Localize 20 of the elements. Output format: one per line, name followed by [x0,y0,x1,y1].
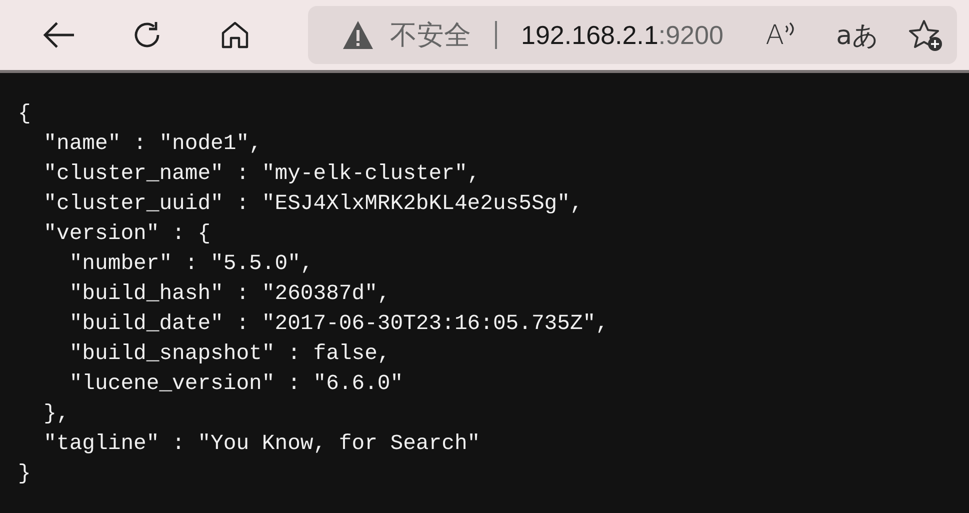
json-line: "name" : "node1", [42,132,262,156]
json-line: "build_hash" : "260387d", [68,282,390,306]
security-label[interactable]: 不安全 [390,17,471,53]
translate-button[interactable]: aあ [836,18,879,52]
json-line: "version" : { [42,222,211,246]
json-line: "cluster_uuid" : "ESJ4XlxMRK2bKL4e2us5Sg", [42,192,583,216]
json-line: { [18,102,31,126]
url-text[interactable]: 192.168.2.1:9200 [521,20,724,50]
address-bar[interactable]: 不安全 192.168.2.1:9200 A aあ [308,6,957,64]
add-favorite-icon[interactable] [909,19,943,51]
json-line: "build_snapshot" : false, [68,342,390,366]
json-line: "number" : "5.5.0", [68,252,314,276]
json-line: "build_date" : "2017-06-30T23:16:05.735Z", [68,312,608,336]
read-aloud-button[interactable]: A [766,20,796,50]
json-line: }, [42,402,70,426]
json-line: "tagline" : "You Know, for Search" [42,432,480,456]
warning-icon[interactable] [342,20,374,50]
json-line: "lucene_version" : "6.6.0" [68,372,404,396]
json-line: "cluster_name" : "my-elk-cluster", [42,162,480,186]
json-line: } [18,462,31,486]
